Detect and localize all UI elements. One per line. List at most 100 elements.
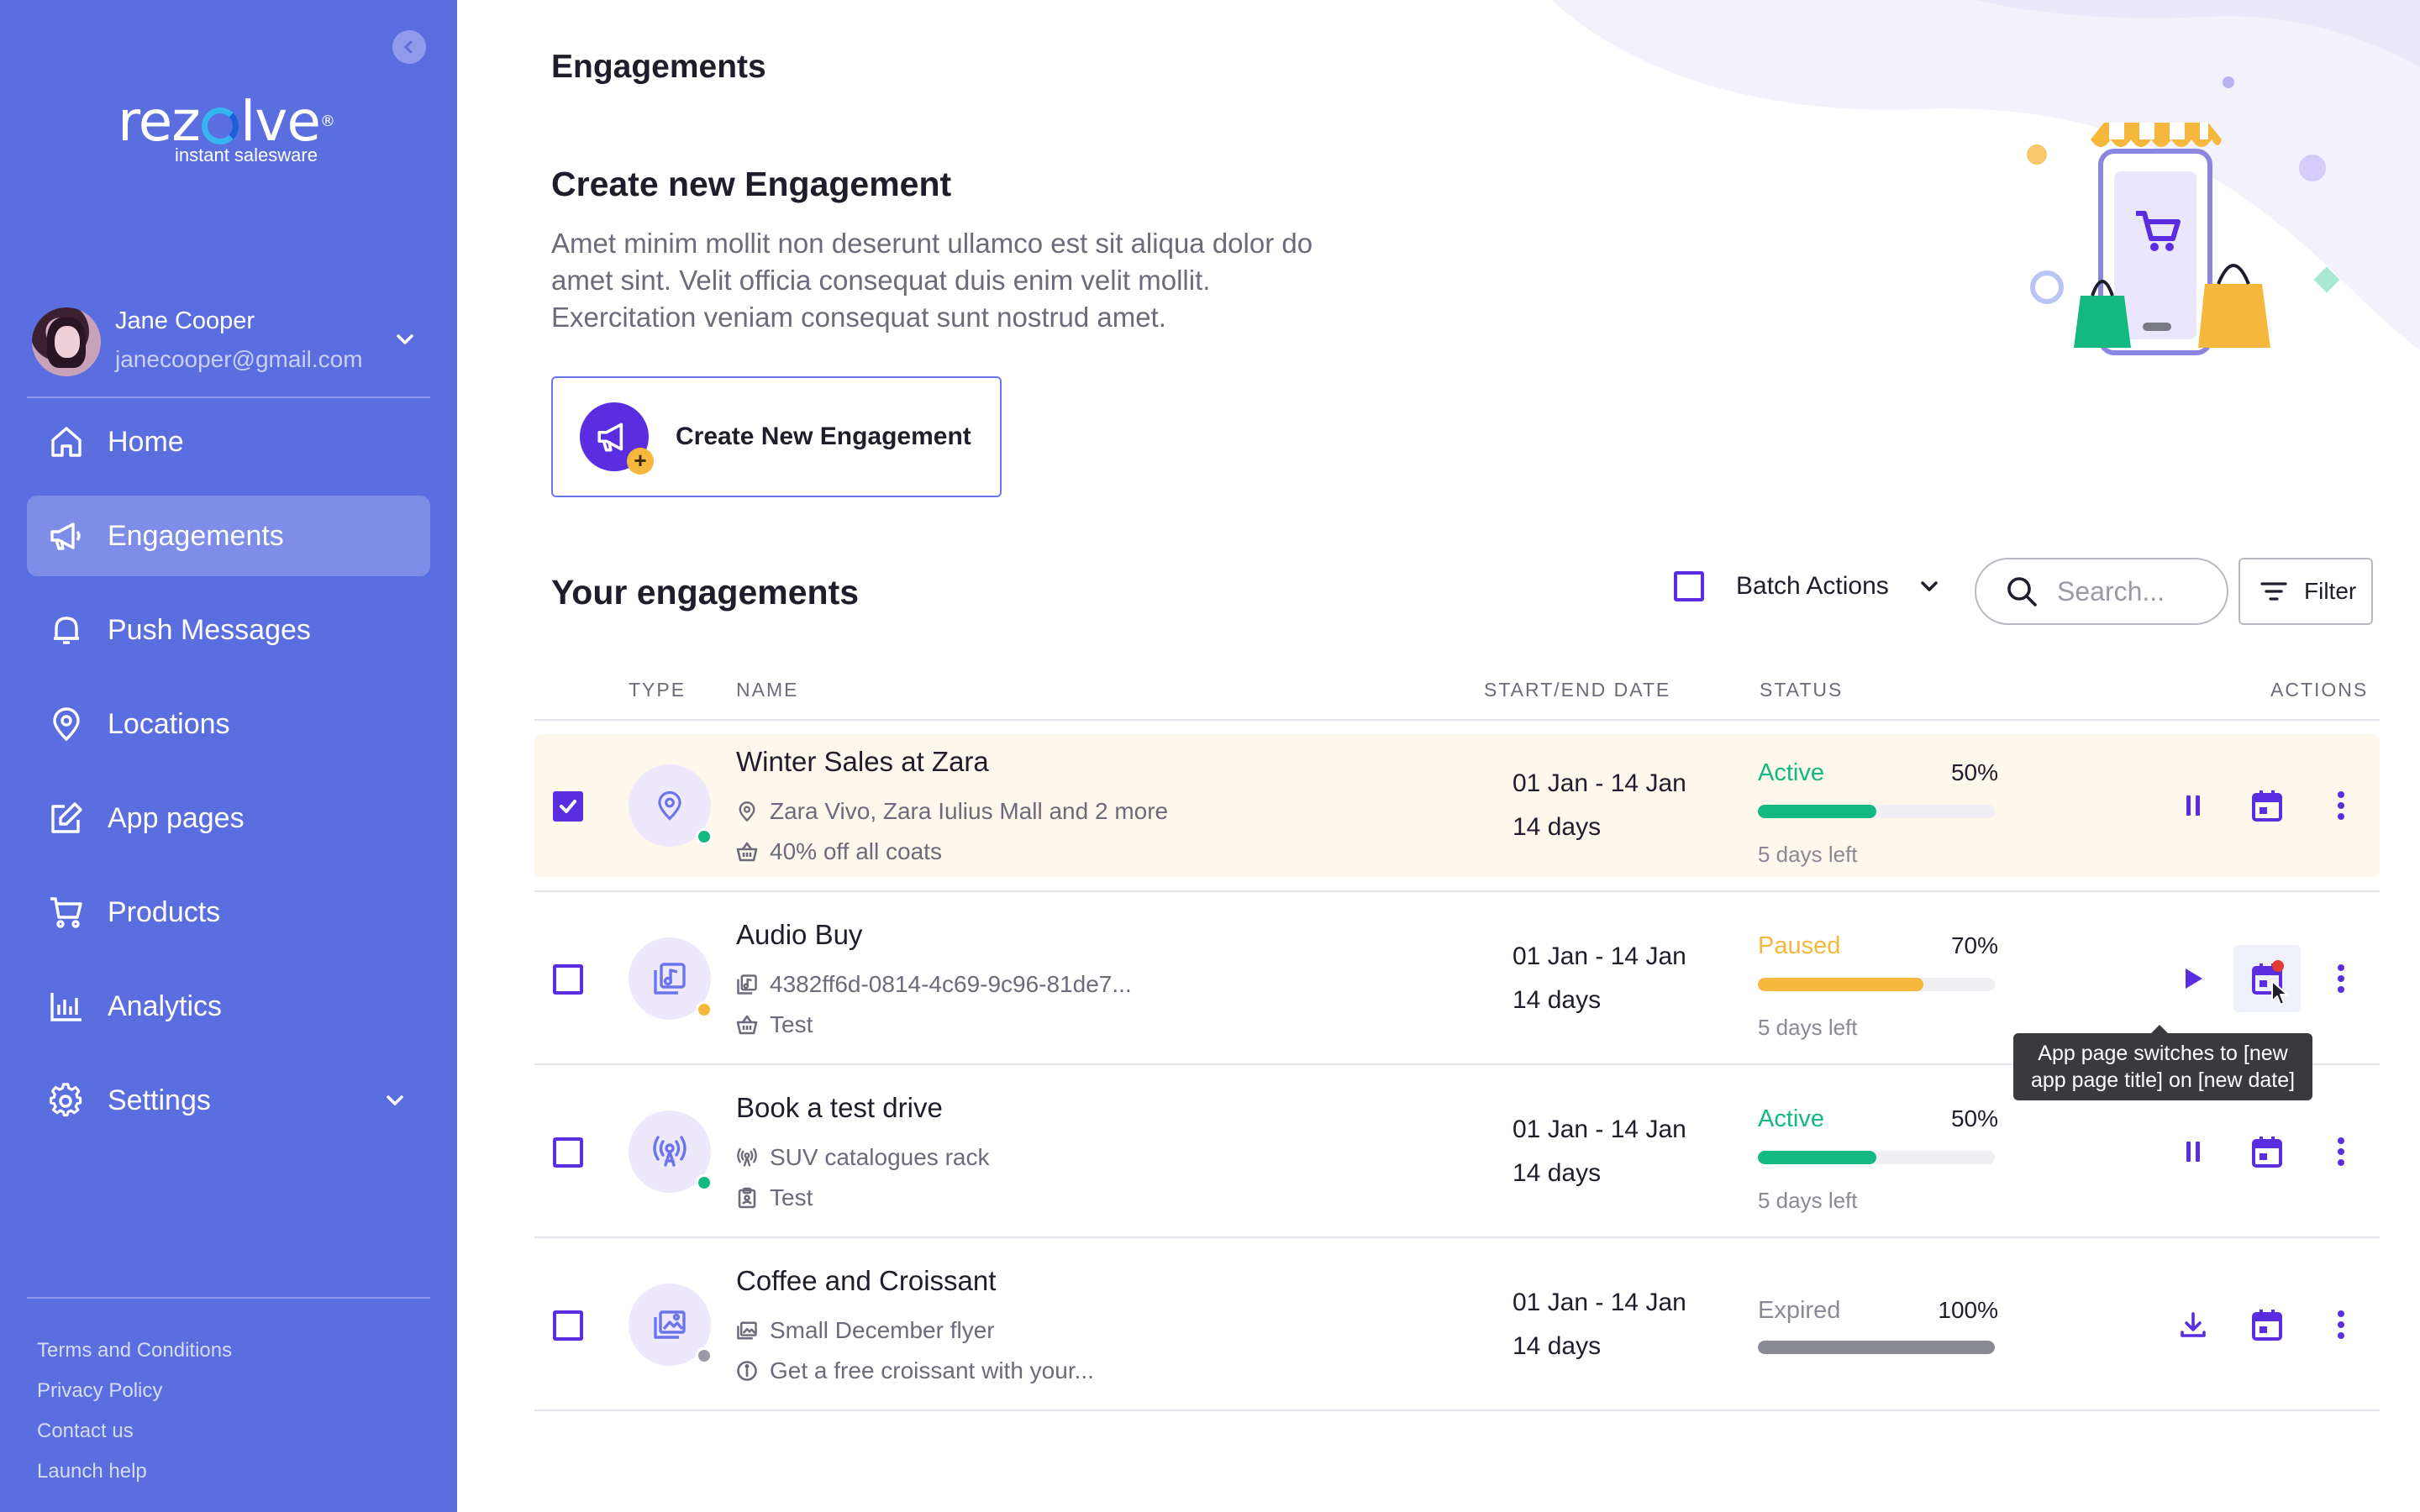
table-row[interactable]: Audio Buy 4382ff6d-0814-4c69-9c96-81de7.… bbox=[534, 907, 2380, 1050]
more-options-button[interactable] bbox=[2324, 1135, 2358, 1168]
brand-name-suffix: lve bbox=[239, 89, 321, 154]
type-music-library-icon bbox=[629, 937, 713, 1020]
sidebar: rez lve ® instant salesware Jane Cooper ja… bbox=[0, 0, 457, 1512]
calendar-icon bbox=[2252, 1310, 2282, 1341]
pause-button[interactable] bbox=[2176, 789, 2210, 822]
sidebar-item-engagements[interactable]: Engagements bbox=[27, 496, 430, 576]
status-dot bbox=[696, 828, 713, 845]
edit-icon bbox=[47, 799, 86, 837]
schedule-button[interactable] bbox=[2250, 1135, 2284, 1168]
more-options-button[interactable] bbox=[2324, 962, 2358, 995]
avatar bbox=[32, 307, 101, 376]
row-checkbox[interactable] bbox=[553, 1137, 583, 1168]
schedule-button[interactable] bbox=[2250, 1308, 2284, 1341]
sidebar-item-locations[interactable]: Locations bbox=[27, 684, 430, 764]
create-engagement-button[interactable]: + Create New Engagement bbox=[551, 376, 1002, 497]
sidebar-divider bbox=[27, 1297, 430, 1299]
engagement-name[interactable]: Audio Buy bbox=[736, 919, 862, 951]
row-checkbox[interactable] bbox=[553, 1310, 583, 1341]
brand-logo[interactable]: rez lve ® instant salesware bbox=[118, 92, 345, 166]
row-divider bbox=[534, 890, 2380, 892]
days-left: 5 days left bbox=[1758, 842, 1858, 867]
create-section-title: Create new Engagement bbox=[551, 165, 952, 203]
row-divider bbox=[534, 1410, 2380, 1411]
play-icon bbox=[2186, 969, 2202, 989]
status-percent: 100% bbox=[1938, 1297, 1998, 1323]
contact-link[interactable]: Contact us bbox=[37, 1411, 232, 1452]
batch-actions[interactable]: Batch Actions bbox=[1674, 571, 1941, 601]
select-all-checkbox[interactable] bbox=[1674, 571, 1704, 601]
collapse-sidebar-button[interactable] bbox=[392, 30, 426, 64]
schedule-button[interactable] bbox=[2250, 789, 2284, 822]
privacy-link[interactable]: Privacy Policy bbox=[37, 1371, 232, 1411]
more-options-button[interactable] bbox=[2324, 1308, 2358, 1341]
duration: 14 days bbox=[1512, 986, 1602, 1014]
gear-icon bbox=[47, 1081, 86, 1120]
search-input[interactable]: Search... bbox=[1975, 558, 2228, 625]
broadcast-icon bbox=[737, 1147, 757, 1167]
sidebar-item-app-pages[interactable]: App pages bbox=[27, 778, 430, 858]
column-header-type[interactable]: TYPE bbox=[629, 679, 686, 701]
column-header-status[interactable]: STATUS bbox=[1760, 679, 1843, 701]
sidebar-item-label: App pages bbox=[108, 801, 245, 834]
basket-icon bbox=[736, 1015, 758, 1035]
date-range: 01 Jan - 14 Jan bbox=[1512, 769, 1686, 797]
progress-bar bbox=[1758, 805, 1995, 818]
home-icon bbox=[47, 423, 86, 461]
chevron-down-icon[interactable] bbox=[1918, 575, 1941, 598]
table-row[interactable]: Winter Sales at Zara Zara Vivo, Zara Iul… bbox=[534, 734, 2380, 877]
sidebar-item-analytics[interactable]: Analytics bbox=[27, 966, 430, 1047]
status-percent: 70% bbox=[1950, 932, 1998, 958]
sidebar-item-products[interactable]: Products bbox=[27, 872, 430, 953]
status-label: Paused bbox=[1758, 932, 1841, 959]
sidebar-item-label: Engagements bbox=[108, 519, 284, 552]
shop-illustration bbox=[2027, 76, 2340, 355]
more-options-button[interactable] bbox=[2324, 789, 2358, 822]
table-row[interactable]: Book a test drive SUV catalogues rack Te… bbox=[534, 1080, 2380, 1223]
engagement-name[interactable]: Coffee and Croissant bbox=[736, 1265, 996, 1297]
bell-icon bbox=[47, 611, 86, 649]
duration: 14 days bbox=[1512, 813, 1602, 841]
play-button[interactable] bbox=[2176, 962, 2210, 995]
engagement-name[interactable]: Book a test drive bbox=[736, 1092, 943, 1124]
megaphone-icon bbox=[47, 517, 86, 555]
user-profile[interactable]: Jane Cooper janecooper@gmail.com bbox=[32, 304, 427, 380]
chevron-down-icon[interactable] bbox=[383, 1089, 407, 1112]
status-dot bbox=[696, 1174, 713, 1191]
date-range: 01 Jan - 14 Jan bbox=[1512, 1289, 1686, 1316]
sidebar-item-push-messages[interactable]: Push Messages bbox=[27, 590, 430, 670]
more-vertical-icon bbox=[2338, 1310, 2344, 1339]
duration: 14 days bbox=[1512, 1332, 1602, 1360]
progress-bar bbox=[1758, 978, 1995, 991]
engagement-name[interactable]: Winter Sales at Zara bbox=[736, 746, 989, 778]
pause-button[interactable] bbox=[2176, 1135, 2210, 1168]
table-header-divider bbox=[534, 719, 2380, 721]
info-icon bbox=[737, 1361, 757, 1381]
sidebar-item-home[interactable]: Home bbox=[27, 402, 430, 482]
filter-button[interactable]: Filter bbox=[2238, 558, 2373, 625]
row-checkbox[interactable] bbox=[553, 791, 583, 822]
launch-help-link[interactable]: Launch help bbox=[37, 1452, 232, 1492]
sidebar-item-label: Products bbox=[108, 895, 221, 928]
download-button[interactable] bbox=[2176, 1308, 2210, 1341]
terms-link[interactable]: Terms and Conditions bbox=[37, 1331, 232, 1371]
table-row[interactable]: Coffee and Croissant Small December flye… bbox=[534, 1253, 2380, 1396]
bar-chart-icon bbox=[47, 987, 86, 1026]
type-broadcast-icon bbox=[629, 1110, 713, 1193]
row-checkbox[interactable] bbox=[553, 964, 583, 995]
filter-icon bbox=[2260, 582, 2287, 601]
sidebar-item-label: Settings bbox=[108, 1084, 211, 1116]
notification-dot bbox=[2272, 960, 2284, 972]
engagement-media: 4382ff6d-0814-4c69-9c96-81de7... bbox=[736, 971, 1132, 998]
engagements-list-title: Your engagements bbox=[551, 573, 860, 612]
checkmark-icon bbox=[560, 800, 576, 813]
column-header-name[interactable]: NAME bbox=[736, 679, 798, 701]
sidebar-item-label: Locations bbox=[108, 707, 230, 740]
schedule-button[interactable] bbox=[2233, 945, 2301, 1012]
create-section-description: Amet minim mollit non deserunt ullamco e… bbox=[551, 228, 1313, 333]
status-dot bbox=[696, 1001, 713, 1018]
column-header-date[interactable]: START/END DATE bbox=[1484, 679, 1670, 701]
chevron-down-icon[interactable] bbox=[393, 328, 417, 351]
sidebar-item-settings[interactable]: Settings bbox=[27, 1060, 430, 1141]
engagement-offer: Test bbox=[736, 1184, 813, 1211]
